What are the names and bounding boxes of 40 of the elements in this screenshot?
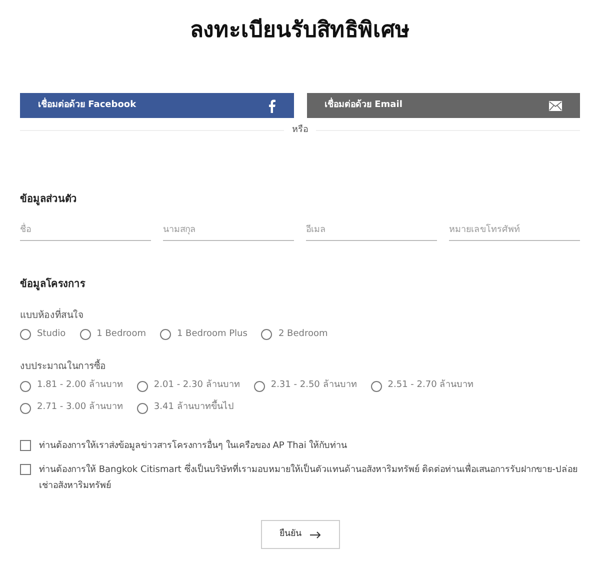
radio-option[interactable]: 1.81 - 2.00 ล้านบาท [20,378,123,394]
text-field[interactable]: หมายเลขโทรศัพท์ [449,220,580,240]
facebook-icon [268,98,276,112]
section-heading: ข้อมูลส่วนตัว [20,192,78,206]
checkbox[interactable] [20,440,31,451]
group-label: แบบห้องที่สนใจ [20,308,85,322]
facebook-button[interactable]: เชื่อมต่อด้วย Facebook [20,93,294,118]
radio-button[interactable] [20,380,31,392]
radio-button[interactable] [136,380,148,392]
arrow-right-icon [310,530,320,538]
envelope-icon [549,100,562,110]
text-field[interactable]: อีเมล [306,220,437,240]
section-heading: ข้อมูลโครงการ [20,276,86,292]
group-label: งบประมาณในการซื้อ [20,360,107,374]
radio-button[interactable] [136,402,148,414]
radio-button[interactable] [254,380,265,392]
checkbox[interactable] [20,464,31,475]
radio-button[interactable] [20,329,31,340]
radio-option[interactable]: 1 Bedroom [80,326,146,343]
text-field[interactable]: ชื่อ [20,220,151,240]
consent-text: ท่านต้องการให้ Bangkok Citismart ซึ่งเป็นบริษัทที่เรามอบหมายให้เป็นตัวแทนด้านอสังหาริมทรัพย์ ติดต่อท่านเพื่อเสนอการรับฝากขาย-ปล่อยเช่าอสังหาริมทรัพย์ [39,462,580,494]
radio-option[interactable]: 1 Bedroom Plus [160,326,248,343]
radio-option[interactable]: Studio [20,326,66,343]
radio-option[interactable]: 2.01 - 2.30 ล้านบาท [136,378,240,394]
divider-text: หรือ [292,124,308,137]
radio-option[interactable]: 2.51 - 2.70 ล้านบาท [370,378,474,394]
text-field[interactable]: นามสกุล [163,220,294,240]
radio-button[interactable] [80,329,91,340]
radio-option[interactable]: 2.71 - 3.00 ล้านบาท [20,400,123,416]
radio-option[interactable]: 2 Bedroom [261,326,328,343]
radio-option[interactable]: 2.31 - 2.50 ล้านบาท [254,378,357,394]
radio-button[interactable] [160,329,171,340]
page-title: ลงทะเบียนรับสิทธิพิเศษ [189,17,411,45]
consent-text: ท่านต้องการให้เราส่งข้อมูลข่าวสารโครงการอื่นๆ ในเครือของ AP Thai ให้กับท่าน [39,438,348,454]
radio-option[interactable]: 3.41 ล้านบาทขึ้นไป [136,400,234,416]
radio-button[interactable] [370,380,382,392]
radio-button[interactable] [261,329,272,340]
submit-button[interactable]: ยืนยัน [260,520,340,549]
radio-button[interactable] [20,402,31,414]
email-button[interactable]: เชื่อมต่อด้วย Email [306,93,580,118]
